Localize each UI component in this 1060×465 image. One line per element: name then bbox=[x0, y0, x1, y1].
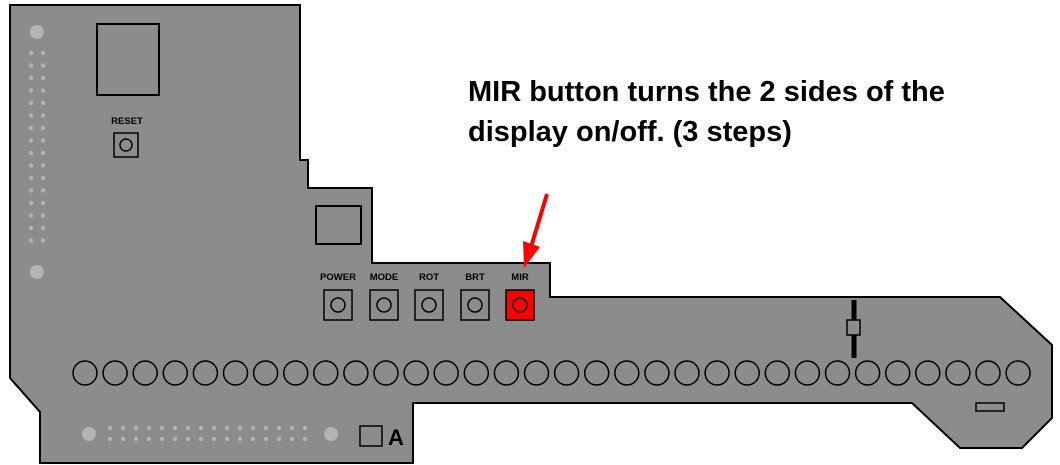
header-pin bbox=[28, 175, 34, 181]
header-pin bbox=[120, 425, 126, 431]
mode-label: MODE bbox=[370, 272, 399, 283]
header-pin bbox=[289, 436, 295, 442]
mounting-hole-left bbox=[30, 265, 44, 279]
header-pin bbox=[159, 425, 165, 431]
header-pin bbox=[198, 425, 204, 431]
board-diagram: RESET POWER MODE ROT BRT MIR A bbox=[9, 4, 1053, 464]
mounting-hole-bottom-left bbox=[82, 427, 96, 441]
header-pin bbox=[40, 163, 46, 168]
header-pin bbox=[172, 425, 178, 431]
corner-marker-label: A bbox=[388, 425, 404, 450]
header-pin bbox=[120, 436, 126, 442]
header-pin bbox=[40, 200, 46, 206]
header-pin bbox=[40, 150, 46, 156]
header-pin bbox=[276, 425, 282, 431]
header-pin bbox=[28, 88, 34, 93]
header-pin bbox=[40, 113, 46, 118]
header-pin bbox=[40, 125, 46, 131]
header-pin bbox=[172, 436, 178, 442]
header-pin bbox=[250, 436, 256, 442]
mounting-hole-top bbox=[30, 25, 44, 39]
rot-label: ROT bbox=[419, 272, 439, 283]
header-pin bbox=[40, 50, 46, 56]
header-pin bbox=[40, 238, 46, 243]
header-pin bbox=[263, 425, 269, 431]
header-pin bbox=[302, 436, 308, 442]
header-pin bbox=[185, 436, 191, 442]
header-pin bbox=[250, 425, 256, 431]
header-pin bbox=[40, 88, 46, 93]
header-pin bbox=[28, 225, 34, 231]
header-pin bbox=[28, 138, 34, 143]
caption-line-2: display on/off. (3 steps) bbox=[468, 116, 792, 148]
mir-label: MIR bbox=[511, 272, 529, 283]
power-label: POWER bbox=[320, 272, 356, 283]
header-pin bbox=[40, 100, 46, 106]
header-pin bbox=[28, 163, 34, 168]
header-pin bbox=[289, 425, 295, 431]
header-pin bbox=[40, 138, 46, 143]
header-pin bbox=[302, 425, 308, 431]
header-pin bbox=[211, 436, 217, 442]
reset-label: RESET bbox=[111, 116, 143, 127]
header-pin bbox=[40, 213, 46, 218]
header-pin bbox=[28, 188, 34, 193]
header-pin bbox=[40, 63, 46, 68]
header-pin bbox=[28, 200, 34, 206]
header-pin bbox=[224, 425, 230, 431]
header-pin bbox=[28, 238, 34, 243]
header-pin bbox=[237, 436, 243, 442]
caption: MIR button turns the 2 sides of the disp… bbox=[468, 72, 945, 152]
pointer-arrow bbox=[523, 193, 549, 268]
header-pin bbox=[133, 436, 139, 442]
header-pin bbox=[28, 150, 34, 156]
header-pin bbox=[146, 425, 152, 431]
header-pin bbox=[28, 63, 34, 68]
header-pin bbox=[40, 188, 46, 193]
mounting-hole-bottom-right bbox=[324, 427, 338, 441]
header-pin bbox=[263, 436, 269, 442]
header-pin bbox=[159, 436, 165, 442]
header-pin bbox=[28, 213, 34, 218]
header-pin bbox=[28, 113, 34, 118]
header-pin bbox=[40, 175, 46, 181]
header-pin bbox=[211, 425, 217, 431]
header-pin bbox=[224, 436, 230, 442]
header-pin bbox=[40, 225, 46, 231]
header-pin bbox=[40, 75, 46, 81]
header-pin bbox=[28, 50, 34, 56]
header-pin bbox=[28, 125, 34, 131]
brt-label: BRT bbox=[465, 272, 485, 283]
header-pin bbox=[28, 100, 34, 106]
mir-button[interactable] bbox=[505, 289, 535, 321]
header-pin bbox=[146, 436, 152, 442]
caption-line-1: MIR button turns the 2 sides of the bbox=[468, 76, 945, 108]
header-pin bbox=[276, 436, 282, 442]
header-pin bbox=[107, 425, 113, 431]
header-pin bbox=[133, 425, 139, 431]
header-pin bbox=[28, 75, 34, 81]
header-pin bbox=[107, 436, 113, 442]
header-pin bbox=[198, 436, 204, 442]
header-pin bbox=[237, 425, 243, 431]
header-pin bbox=[185, 425, 191, 431]
